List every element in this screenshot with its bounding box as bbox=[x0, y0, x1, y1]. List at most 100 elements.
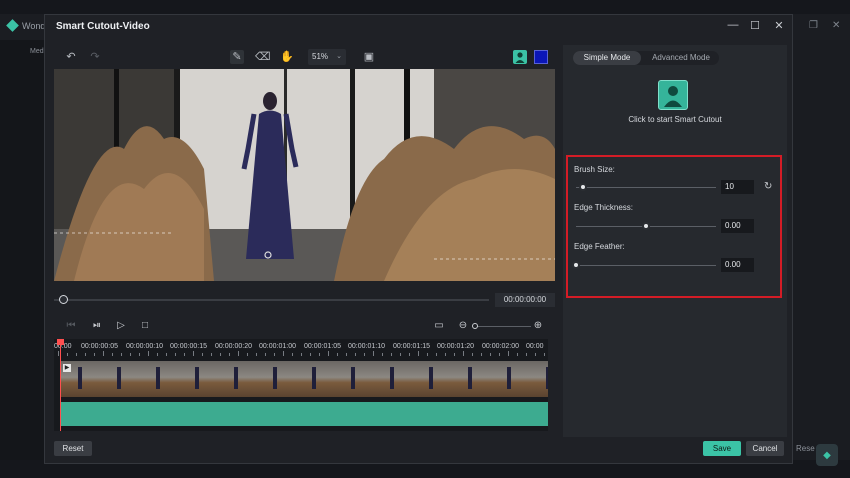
ruler-tick bbox=[283, 351, 284, 356]
ruler-tick bbox=[337, 353, 338, 356]
ruler-tick bbox=[148, 351, 149, 356]
ruler-label: 00:00:01:05 bbox=[304, 343, 341, 350]
video-clip-thumbnails[interactable]: ▶ bbox=[60, 361, 548, 397]
edge-feather-input[interactable]: 0.00 bbox=[721, 258, 754, 272]
ruler-tick bbox=[526, 353, 527, 356]
eraser-icon[interactable]: ⌫ bbox=[255, 50, 271, 64]
frame-figure bbox=[156, 367, 160, 389]
undo-icon[interactable]: ↶ bbox=[64, 50, 78, 64]
ruler-tick bbox=[229, 353, 230, 356]
maximize-icon[interactable]: ☐ bbox=[748, 19, 762, 32]
ruler-tick bbox=[157, 353, 158, 356]
ruler-label: 00:00:00:15 bbox=[170, 343, 207, 350]
ruler-tick bbox=[481, 353, 482, 356]
ruler-tick bbox=[319, 353, 320, 356]
ruler-tick bbox=[328, 351, 329, 356]
filmstrip-frame bbox=[255, 361, 295, 397]
ruler-tick bbox=[490, 353, 491, 356]
save-button[interactable]: Save bbox=[703, 441, 741, 456]
ruler-tick bbox=[58, 351, 59, 356]
ruler-tick bbox=[472, 353, 473, 356]
ruler-tick bbox=[454, 353, 455, 356]
person-icon[interactable] bbox=[513, 50, 527, 64]
step-play-icon[interactable]: ⏯ bbox=[91, 320, 103, 332]
ruler-tick bbox=[310, 353, 311, 356]
filmstrip-frame bbox=[99, 361, 139, 397]
stop-icon[interactable]: □ bbox=[139, 320, 151, 332]
frame-figure bbox=[234, 367, 238, 389]
edge-feather-handle[interactable] bbox=[572, 261, 580, 269]
person-cutout-icon bbox=[664, 86, 682, 107]
frame-figure bbox=[390, 367, 394, 389]
compare-icon[interactable]: ▣ bbox=[362, 50, 376, 64]
tab-advanced-mode[interactable]: Advanced Mode bbox=[643, 51, 719, 65]
timeline-zoom-slider[interactable] bbox=[473, 326, 531, 327]
brush-size-input[interactable]: 10 bbox=[721, 180, 754, 194]
video-preview[interactable] bbox=[54, 69, 555, 281]
redo-icon[interactable]: ↷ bbox=[88, 50, 102, 64]
cutout-track[interactable] bbox=[60, 402, 548, 426]
playhead-handle[interactable] bbox=[57, 339, 64, 345]
brush-size-slider[interactable] bbox=[576, 187, 716, 188]
playhead[interactable] bbox=[60, 339, 61, 431]
ruler-tick bbox=[436, 353, 437, 356]
zoom-select[interactable]: 51% ⌄ bbox=[308, 49, 346, 65]
frame-figure bbox=[78, 367, 82, 389]
ruler-tick bbox=[346, 353, 347, 356]
overlay-color-swatch[interactable] bbox=[534, 50, 548, 64]
background-close-icon[interactable]: ✕ bbox=[832, 20, 840, 31]
ruler-tick bbox=[373, 351, 374, 356]
background-media-label: Med bbox=[30, 48, 44, 55]
tab-simple-mode[interactable]: Simple Mode bbox=[573, 51, 641, 65]
ruler-label: 00:00:02:00 bbox=[482, 343, 519, 350]
filmstrip-frame bbox=[450, 361, 490, 397]
ruler-tick bbox=[94, 353, 95, 356]
fit-screen-icon[interactable]: ▭ bbox=[433, 320, 445, 332]
edge-thickness-handle[interactable] bbox=[642, 222, 650, 230]
ruler-tick bbox=[238, 351, 239, 356]
timeline-zoom-handle[interactable] bbox=[472, 323, 478, 329]
zoom-in-icon[interactable]: ⊕ bbox=[532, 320, 544, 332]
background-restore-icon[interactable]: ❐ bbox=[809, 20, 818, 31]
play-icon[interactable]: ▷ bbox=[115, 320, 127, 332]
cancel-button[interactable]: Cancel bbox=[746, 441, 784, 456]
ruler-tick bbox=[175, 353, 176, 356]
background-reset-button[interactable]: Rese bbox=[796, 444, 815, 453]
ruler-label: 00:00:01:00 bbox=[259, 343, 296, 350]
close-icon[interactable]: ✕ bbox=[772, 19, 786, 32]
ruler-tick bbox=[220, 353, 221, 356]
frame-figure bbox=[273, 367, 277, 389]
zoom-value: 51% bbox=[312, 52, 329, 61]
reset-button[interactable]: Reset bbox=[54, 441, 92, 456]
smart-cutout-button[interactable] bbox=[658, 80, 688, 110]
cutout-settings-group: Brush Size: 10 ↻ Edge Thickness: 0.00 Ed… bbox=[566, 155, 782, 298]
ruler-tick bbox=[301, 353, 302, 356]
floating-action-icon[interactable]: ◆ bbox=[816, 444, 838, 466]
previous-frame-icon[interactable]: ⏮ bbox=[65, 320, 77, 332]
ruler-tick bbox=[382, 353, 383, 356]
brush-size-handle[interactable] bbox=[579, 183, 587, 191]
edge-feather-label: Edge Feather: bbox=[574, 242, 625, 251]
minimize-icon[interactable]: — bbox=[726, 19, 740, 31]
ruler-tick bbox=[265, 353, 266, 356]
filmstrip-frame bbox=[177, 361, 217, 397]
hand-icon[interactable]: ✋ bbox=[280, 50, 294, 64]
ruler-tick bbox=[292, 353, 293, 356]
reset-icon[interactable]: ↻ bbox=[764, 182, 774, 192]
background-right-panel bbox=[792, 40, 850, 460]
scrubber-handle[interactable] bbox=[59, 295, 68, 304]
ruler-tick bbox=[139, 353, 140, 356]
filmstrip-frame bbox=[411, 361, 451, 397]
zoom-out-icon[interactable]: ⊖ bbox=[457, 320, 469, 332]
ruler-label: 00:00:01:15 bbox=[393, 343, 430, 350]
timeline[interactable]: 00:00 00:00:00:05 00:00:00:10 00:00:00:1… bbox=[54, 339, 548, 431]
editor-toolbar: ↶ ↷ ✎ ⌫ ✋ 51% ⌄ ▣ bbox=[54, 45, 558, 69]
brush-icon[interactable]: ✎ bbox=[230, 50, 244, 64]
edge-thickness-input[interactable]: 0.00 bbox=[721, 219, 754, 233]
frame-figure bbox=[468, 367, 472, 389]
ruler-label: 00:00 bbox=[526, 343, 544, 350]
playback-scrubber[interactable] bbox=[54, 299, 489, 301]
edge-feather-slider[interactable] bbox=[576, 265, 716, 266]
ruler-tick bbox=[193, 351, 194, 356]
ruler-tick bbox=[355, 353, 356, 356]
